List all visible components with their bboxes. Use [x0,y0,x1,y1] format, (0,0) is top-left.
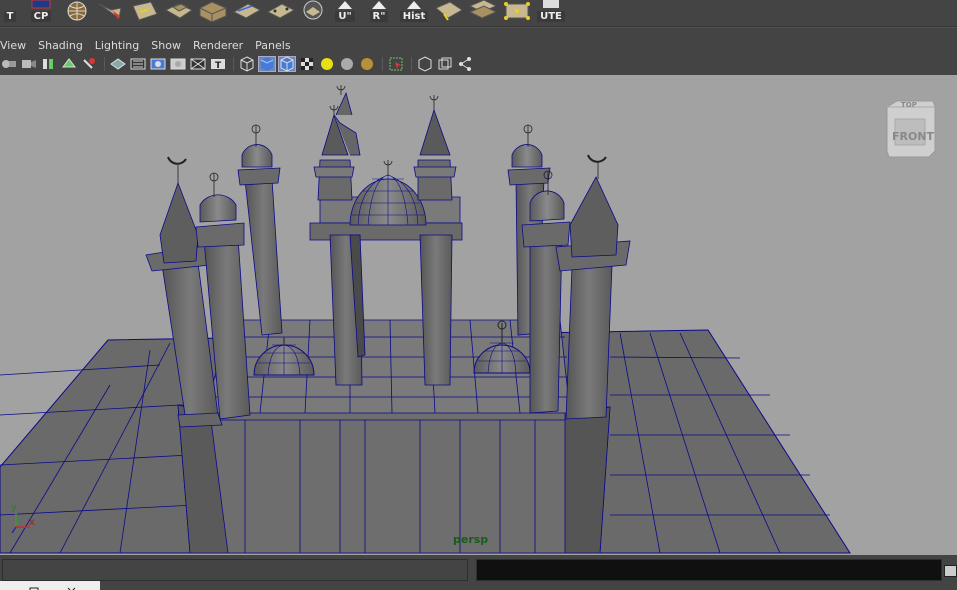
extrude-face-icon [164,3,194,19]
field-chart-icon[interactable] [189,56,207,72]
gate-mask-icon[interactable] [169,56,187,72]
menu-show[interactable]: Show [145,39,187,52]
mel-input-field[interactable] [2,559,468,581]
isolate-select-icon[interactable] [387,56,405,72]
shelf-divider [0,26,957,28]
plane-edit-icon [435,1,463,21]
svg-text:T: T [215,61,222,71]
shelf-label: Hist [399,11,429,22]
menu-renderer[interactable]: Renderer [187,39,249,52]
shelf-label: T [3,11,17,22]
shelf-button-hist[interactable]: Hist [396,0,432,22]
scene-render [0,85,851,554]
shelf-label: CP [30,11,52,22]
menu-view[interactable]: View [0,39,32,52]
axis-label-y: y [11,502,17,513]
share-icon[interactable] [456,56,474,72]
shelf-button-lattice[interactable] [500,0,534,22]
panel-menubar: View Shading Lighting Show Renderer Pane… [0,36,951,54]
shelf-button-reset[interactable]: R" [362,0,396,22]
safe-title-icon[interactable]: T [209,56,227,72]
split-plane-icon [232,3,262,19]
shelf-label: U" [335,11,355,22]
shelf-button-uv[interactable]: U" [328,0,362,22]
menu-shading[interactable]: Shading [32,39,89,52]
ute-icon [543,0,559,8]
grid-icon[interactable] [109,56,127,72]
camera-select-icon[interactable] [0,56,18,72]
history-icon [407,1,421,9]
use-all-lights-icon[interactable] [318,56,336,72]
sphere-wire-icon [67,1,87,21]
merge-plane-icon [266,3,296,19]
viewcube[interactable]: TOP FRONT [883,99,937,159]
minaret-back-left [237,124,283,336]
shelf-label: R" [369,11,389,22]
viewcube-front-label: FRONT [892,130,935,143]
shelf: T CP U" R" Hist UTE [0,0,957,22]
command-line-bar [0,555,957,590]
window-controls [0,581,100,590]
2d-pan-zoom-icon[interactable] [80,56,98,72]
camera-label: persp [453,533,489,546]
lattice-icon [504,2,530,20]
plane-stack-icon [468,0,498,19]
shelf-button-split[interactable] [230,0,264,22]
wireframe-on-shaded-icon[interactable] [278,56,296,72]
shelf-label: UTE [537,11,565,22]
shelf-button-extrude-cube[interactable] [196,0,230,22]
perspective-viewport[interactable]: y x TOP FRONT persp [0,75,957,555]
maya-window: { "shelf": { "buttons": [ {"label": "T",… [0,0,957,590]
shelf-button-extrude-face[interactable] [162,0,196,22]
shelf-button-merge[interactable] [264,0,298,22]
center-pivot-icon [31,0,51,9]
uv-up-icon [338,1,352,9]
resolution-gate-icon[interactable] [149,56,167,72]
command-result-field [476,559,942,581]
wireframe-icon[interactable] [238,56,256,72]
poly-pencil-icon [132,1,158,21]
xray-joints-icon[interactable] [436,56,454,72]
textured-icon[interactable] [298,56,316,72]
toolbar-divider [233,57,234,71]
panel-toolbar: T [0,55,957,73]
smooth-shade-icon[interactable] [258,56,276,72]
script-editor-icon[interactable] [944,565,957,577]
shelf-button-ute[interactable]: UTE [534,0,568,22]
image-plane-icon[interactable] [60,56,78,72]
shelf-button-select[interactable] [94,0,128,22]
camera-attributes-icon[interactable] [20,56,38,72]
select-cursor-icon [98,3,122,19]
xray-icon[interactable] [416,56,434,72]
toolbar-divider [104,57,105,71]
shadows-icon[interactable] [338,56,356,72]
shelf-button-t[interactable]: T [0,0,20,22]
shelf-button-sphere[interactable] [60,0,94,22]
menu-lighting[interactable]: Lighting [89,39,145,52]
film-gate-icon[interactable] [129,56,147,72]
toolbar-divider [411,57,412,71]
bookmark-icon[interactable] [40,56,58,72]
shelf-button-plane-edit[interactable] [432,0,466,22]
extrude-cube-icon [199,1,227,22]
shelf-button-pencil[interactable] [128,0,162,22]
toolbar-divider [382,57,383,71]
reset-icon [372,1,386,9]
viewcube-top-label: TOP [901,101,917,109]
shelf-button-cp[interactable]: CP [26,0,56,22]
circle-select-icon [303,0,323,20]
shelf-button-circle[interactable] [298,0,328,22]
ambient-occlusion-icon[interactable] [358,56,376,72]
shelf-button-plane-stack[interactable] [466,0,500,22]
menu-panels[interactable]: Panels [249,39,296,52]
axis-label-x: x [29,517,35,528]
